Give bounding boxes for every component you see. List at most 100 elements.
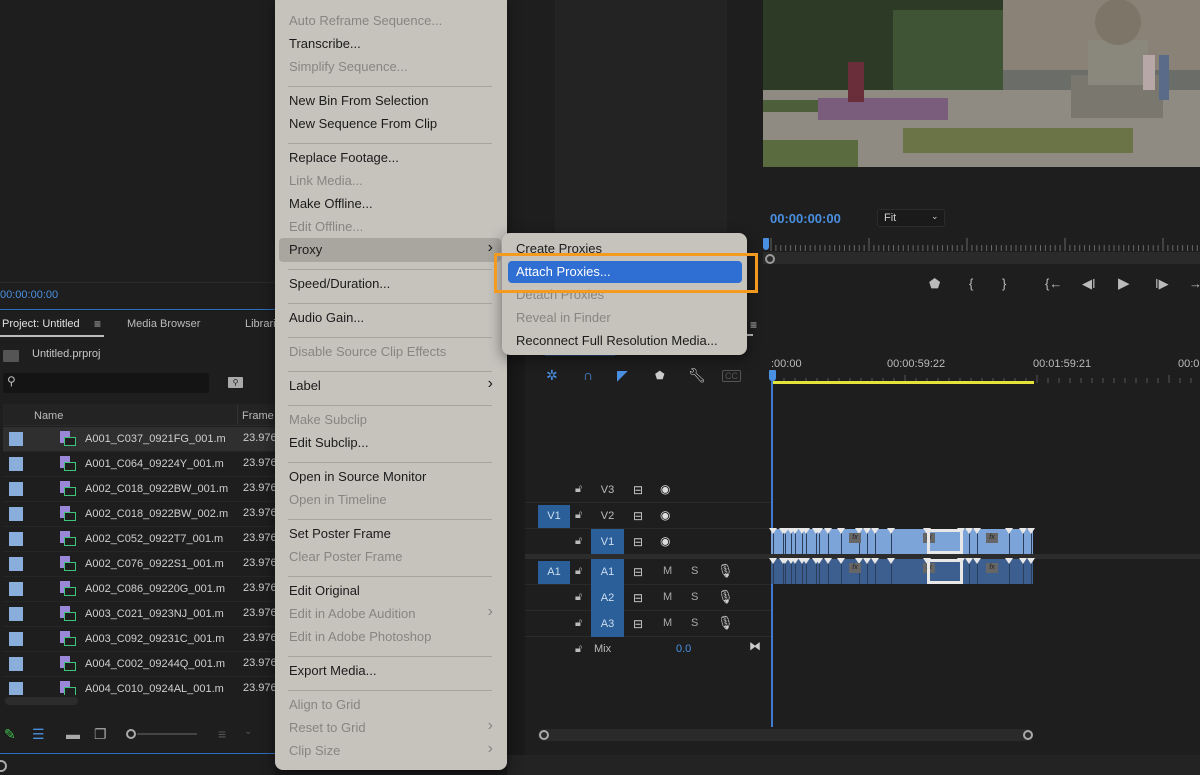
label-color-swatch[interactable]: [9, 682, 23, 695]
label-color-swatch[interactable]: [9, 632, 23, 646]
sort-icon[interactable]: ≡: [218, 726, 226, 742]
track-target[interactable]: V2: [591, 503, 624, 529]
menu-item-make-offline[interactable]: Make Offline...: [289, 196, 373, 211]
menu-item-speed-duration[interactable]: Speed/Duration...: [289, 276, 390, 291]
mark-out-icon[interactable]: }: [1002, 276, 1006, 291]
label-color-swatch[interactable]: [9, 482, 23, 496]
fx-badge[interactable]: fx: [986, 563, 998, 573]
track-target[interactable]: A3: [591, 611, 624, 637]
program-playhead[interactable]: [763, 238, 769, 250]
menu-item-open-in-source-monitor[interactable]: Open in Source Monitor: [289, 469, 426, 484]
solo-button[interactable]: S: [691, 591, 698, 603]
lock-icon[interactable]: 🔓︎: [575, 643, 582, 656]
go-to-out-icon[interactable]: →: [1189, 276, 1200, 291]
file-row[interactable]: A003_C092_09231C_001.m 23.976: [3, 627, 275, 652]
video-track-header[interactable]: 🔓︎ V3 ⊟ ◉: [525, 477, 771, 503]
work-area-bar[interactable]: [771, 381, 1034, 384]
sync-lock-icon[interactable]: ⊟: [633, 535, 643, 549]
menu-item-export-media[interactable]: Export Media...: [289, 663, 376, 678]
lock-icon[interactable]: 🔓︎: [575, 483, 582, 496]
label-color-swatch[interactable]: [9, 432, 23, 446]
file-row[interactable]: A002_C086_09220G_001.m 23.976: [3, 577, 275, 602]
lock-icon[interactable]: 🔓︎: [575, 535, 582, 548]
file-row[interactable]: A002_C018_0922BW_001.m 23.976: [3, 477, 275, 502]
insert-overwrite-icon[interactable]: ◤: [617, 367, 628, 384]
chevron-down-icon[interactable]: ⌄: [244, 726, 252, 737]
menu-item-set-poster-frame[interactable]: Set Poster Frame: [289, 526, 391, 541]
file-row[interactable]: A001_C037_0921FG_001.m 23.976: [3, 427, 275, 452]
video-clip-group[interactable]: fx fx fx: [769, 528, 1035, 554]
menu-item-label[interactable]: Label: [289, 378, 321, 393]
file-row[interactable]: A002_C052_0922T7_001.m 23.976: [3, 527, 275, 552]
snap-icon[interactable]: ✲: [546, 367, 558, 384]
program-timecode[interactable]: 00:00:00:00: [770, 211, 841, 226]
audio-clip-group[interactable]: fx fx fx: [769, 558, 1035, 584]
marker-icon[interactable]: ⬟: [929, 276, 940, 292]
mix-volume-value[interactable]: 0.0: [676, 643, 691, 655]
sync-lock-icon[interactable]: ⊟: [633, 509, 643, 523]
audio-track-header[interactable]: A1 🔓︎ A1 ⊟ M S 🎙︎: [525, 559, 771, 585]
file-row[interactable]: A004_C010_0924AL_001.m 23.976: [3, 677, 275, 695]
mute-button[interactable]: M: [663, 617, 672, 629]
solo-button[interactable]: S: [691, 617, 698, 629]
label-color-swatch[interactable]: [9, 582, 23, 596]
program-scrub-bar[interactable]: [763, 252, 1200, 264]
file-row[interactable]: A002_C018_0922BW_002.m 23.976: [3, 502, 275, 527]
fx-badge[interactable]: fx: [849, 563, 861, 573]
timeline-scrollbar[interactable]: [538, 729, 1033, 741]
audio-track-header[interactable]: 🔓︎ A2 ⊟ M S 🎙︎: [525, 585, 771, 611]
scrollbar-right-handle[interactable]: [1023, 730, 1033, 740]
add-marker-icon[interactable]: ⬟: [655, 369, 665, 382]
label-color-swatch[interactable]: [9, 657, 23, 671]
menu-item-new-bin-from-selection[interactable]: New Bin From Selection: [289, 93, 428, 108]
fx-badge[interactable]: fx: [849, 533, 861, 543]
icon-view-icon[interactable]: ▬: [66, 726, 80, 742]
pencil-icon[interactable]: ✎: [4, 726, 16, 743]
eye-icon[interactable]: ◉: [660, 482, 670, 496]
sync-lock-icon[interactable]: ⊟: [633, 565, 643, 579]
zoom-slider-track[interactable]: [137, 733, 197, 735]
horizontal-scrollbar[interactable]: [5, 697, 78, 705]
freeform-view-icon[interactable]: ❐: [94, 726, 107, 743]
file-row[interactable]: A003_C021_0923NJ_001.m 23.976: [3, 602, 275, 627]
track-target[interactable]: A1: [591, 559, 624, 585]
track-target[interactable]: V1: [591, 529, 624, 555]
submenu-item-reconnect-full-resolution-media[interactable]: Reconnect Full Resolution Media...: [516, 333, 718, 348]
menu-item-audio-gain[interactable]: Audio Gain...: [289, 310, 364, 325]
video-track-header[interactable]: 🔓︎ V1 ⊟ ◉: [525, 529, 771, 555]
list-view-icon[interactable]: ☰: [32, 726, 45, 743]
sync-lock-icon[interactable]: ⊟: [633, 617, 643, 631]
captions-icon[interactable]: CC: [722, 370, 741, 382]
play-icon[interactable]: ▶: [1118, 274, 1130, 292]
label-color-swatch[interactable]: [9, 607, 23, 621]
menu-item-proxy[interactable]: Proxy: [289, 242, 322, 257]
lock-icon[interactable]: 🔓︎: [575, 591, 582, 604]
zoom-slider-handle[interactable]: [126, 729, 136, 739]
microphone-icon[interactable]: 🎙︎: [717, 563, 734, 579]
eye-icon[interactable]: ◉: [660, 534, 670, 548]
menu-item-new-sequence-from-clip[interactable]: New Sequence From Clip: [289, 116, 437, 131]
playhead-handle[interactable]: [769, 370, 776, 381]
microphone-icon[interactable]: 🎙︎: [717, 615, 734, 631]
menu-item-replace-footage[interactable]: Replace Footage...: [289, 150, 399, 165]
sync-lock-icon[interactable]: ⊟: [633, 483, 643, 497]
label-color-swatch[interactable]: [9, 532, 23, 546]
step-back-icon[interactable]: ◀I: [1082, 276, 1096, 292]
selected-clip[interactable]: [927, 529, 963, 554]
audio-track-header[interactable]: 🔓︎ A3 ⊟ M S 🎙︎: [525, 611, 771, 637]
file-row[interactable]: A001_C064_09224Y_001.m 23.976: [3, 452, 275, 477]
sync-lock-icon[interactable]: ⊟: [633, 591, 643, 605]
lock-icon[interactable]: 🔓︎: [575, 509, 582, 522]
lock-icon[interactable]: 🔓︎: [575, 617, 582, 630]
menu-item-edit-subclip[interactable]: Edit Subclip...: [289, 435, 369, 450]
mark-in-icon[interactable]: {: [969, 276, 973, 291]
go-to-in-icon[interactable]: {←: [1045, 276, 1062, 291]
track-target[interactable]: A2: [591, 585, 624, 611]
zoom-scroll-handle[interactable]: [765, 254, 775, 264]
lock-icon[interactable]: 🔓︎: [575, 565, 582, 578]
label-color-swatch[interactable]: [9, 507, 23, 521]
selected-clip[interactable]: [927, 559, 963, 584]
fx-badge[interactable]: fx: [986, 533, 998, 543]
microphone-icon[interactable]: 🎙︎: [717, 589, 734, 605]
label-color-swatch[interactable]: [9, 557, 23, 571]
